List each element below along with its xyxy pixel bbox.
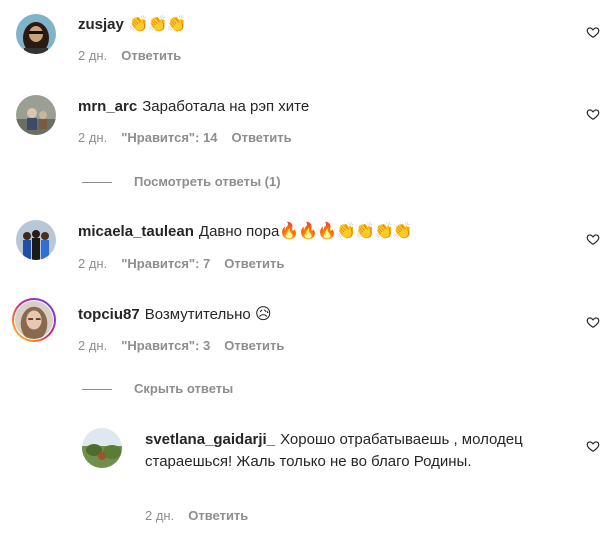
comment-text: Возмутительно	[144, 306, 251, 323]
avatar-image	[82, 428, 122, 468]
avatar[interactable]	[16, 14, 56, 54]
like-heart-icon[interactable]	[586, 439, 600, 453]
avatar-image	[16, 95, 56, 135]
view-replies-label: Посмотреть ответы (1)	[134, 174, 281, 189]
divider-line	[82, 389, 112, 391]
emoji-fire-clap: 🔥🔥🔥👏👏👏👏	[279, 223, 412, 240]
story-ring[interactable]	[12, 298, 56, 342]
avatar	[15, 301, 53, 339]
comment-text: Давно пора	[198, 223, 280, 240]
reply-button[interactable]: Ответить	[224, 256, 284, 271]
username[interactable]: topciu87	[78, 306, 140, 323]
timestamp[interactable]: 2 дн.	[78, 256, 107, 271]
hide-replies-button[interactable]: Скрыть ответы	[82, 381, 233, 397]
comment-line: mrn_arc Заработала на рэп хите	[78, 97, 309, 117]
view-replies-button[interactable]: Посмотреть ответы (1)	[82, 174, 281, 190]
comment-meta: 2 дн. "Нравится": 3 Ответить	[78, 338, 298, 354]
avatar[interactable]	[82, 428, 122, 468]
avatar[interactable]	[16, 95, 56, 135]
username[interactable]: zusjay	[78, 16, 124, 33]
comment-meta: 2 дн. Ответить	[145, 508, 262, 524]
like-heart-icon[interactable]	[586, 107, 600, 121]
username[interactable]: micaela_taulean	[78, 223, 194, 240]
reply-button[interactable]: Ответить	[121, 48, 181, 63]
likes-count[interactable]: "Нравится": 14	[121, 130, 217, 145]
comment-line: micaela_taulean Давно пора🔥🔥🔥👏👏👏👏	[78, 222, 413, 242]
like-heart-icon[interactable]	[586, 315, 600, 329]
divider-line	[82, 182, 112, 184]
comment-meta: 2 дн. "Нравится": 14 Ответить	[78, 130, 306, 146]
timestamp[interactable]: 2 дн.	[78, 338, 107, 353]
likes-count[interactable]: "Нравится": 3	[121, 338, 210, 353]
like-heart-icon[interactable]	[586, 232, 600, 246]
reply-button[interactable]: Ответить	[224, 338, 284, 353]
comment-line: zusjay 👏👏👏	[78, 15, 187, 35]
timestamp[interactable]: 2 дн.	[78, 48, 107, 63]
reply-button[interactable]: Ответить	[232, 130, 292, 145]
likes-count[interactable]: "Нравится": 7	[121, 256, 210, 271]
emoji-sad: 😥	[254, 306, 272, 323]
hide-replies-label: Скрыть ответы	[134, 381, 234, 396]
avatar[interactable]	[16, 220, 56, 260]
comment-meta: 2 дн. Ответить	[78, 48, 195, 64]
like-heart-icon[interactable]	[586, 25, 600, 39]
comment-line: topciu87 Возмутительно 😥	[78, 305, 272, 325]
avatar-image	[15, 301, 53, 339]
comment-meta: 2 дн. "Нравится": 7 Ответить	[78, 256, 298, 272]
comment-text: Заработала на рэп хите	[142, 98, 310, 115]
username[interactable]: svetlana_gaidarji_	[145, 431, 275, 448]
emoji-clap: 👏👏👏	[128, 16, 187, 33]
timestamp[interactable]: 2 дн.	[78, 130, 107, 145]
username[interactable]: mrn_arc	[78, 98, 137, 115]
avatar-image	[16, 14, 56, 54]
avatar-image	[16, 220, 56, 260]
timestamp[interactable]: 2 дн.	[145, 508, 174, 523]
comment-line: svetlana_gaidarji_ Хорошо отрабатываешь ,…	[145, 429, 545, 473]
reply-button[interactable]: Ответить	[188, 508, 248, 523]
